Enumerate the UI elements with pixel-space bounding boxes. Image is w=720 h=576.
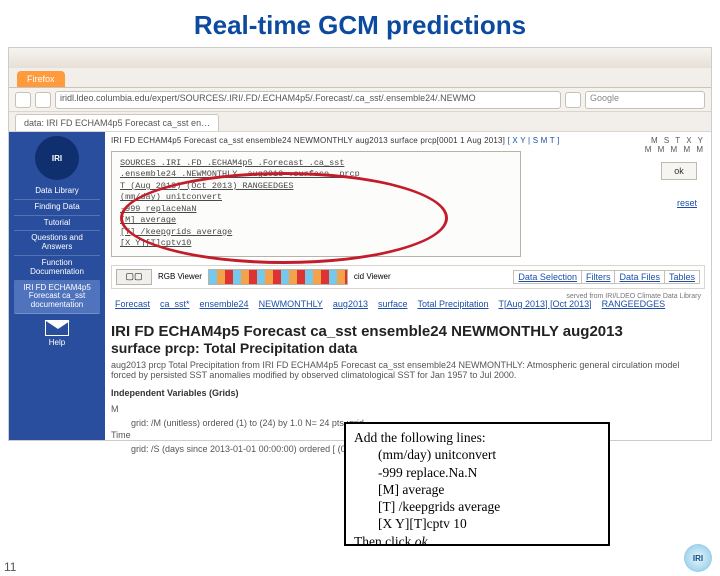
breadcrumb-main: IRI FD ECHAM4p5 Forecast ca_sst ensemble… [111, 136, 505, 145]
instr-l3: -999 replace.Na.N [354, 464, 600, 481]
code-line-6: [M] average [120, 215, 176, 225]
code-line-8: [X Y][T]cptv10 [120, 238, 191, 248]
ok-button[interactable]: ok [661, 162, 697, 180]
code-line-4: (mm/day) unitconvert [120, 192, 222, 202]
viewer-toggle-left[interactable]: ▢▢ [116, 269, 152, 285]
browser-window: Firefox iridl.ldeo.columbia.edu/expert/S… [8, 47, 712, 441]
data-tabs: Data Selection Filters Data Files Tables [513, 270, 700, 284]
instr-l6: [X Y][T]cptv 10 [354, 515, 600, 532]
code-line-2: .ensemble24 .NEWMONTHLY .aug2013 .surfac… [120, 169, 360, 179]
bc-casst[interactable]: ca_sst* [160, 299, 190, 309]
sidebar-item-qa[interactable]: Questions and Answers [14, 231, 100, 256]
sidebar-item-data-library[interactable]: Data Library [14, 184, 100, 200]
reset-link[interactable]: reset [677, 198, 697, 208]
dataset-heading-2: surface prcp: Total Precipitation data [111, 340, 705, 356]
slide-title: Real-time GCM predictions [0, 0, 720, 47]
dataset-desc: aug2013 prcp Total Precipitation from IR… [111, 360, 705, 380]
tab-data-files[interactable]: Data Files [614, 271, 664, 283]
tab-data-selection[interactable]: Data Selection [514, 271, 581, 283]
tab-filters[interactable]: Filters [581, 271, 615, 283]
sidebar-item-help[interactable]: Help [14, 336, 100, 351]
bc-rangeedges[interactable]: RANGEEDGES [602, 299, 666, 309]
served-from: served from IRI/LDEO Climate Data Librar… [566, 293, 701, 300]
bc-newmonthly[interactable]: NEWMONTHLY [259, 299, 323, 309]
url-input[interactable]: iridl.ldeo.columbia.edu/expert/SOURCES/.… [55, 91, 561, 109]
document-tab[interactable]: data: IRI FD ECHAM4p5 Forecast ca_sst en… [15, 114, 219, 131]
bc-trange[interactable]: T[Aug 2013] [Oct 2013] [499, 299, 592, 309]
expert-textarea[interactable]: SOURCES .IRI .FD .ECHAM4p5 .Forecast .ca… [111, 151, 521, 257]
code-line-1: SOURCES .IRI .FD .ECHAM4p5 .Forecast .ca… [120, 158, 344, 168]
indep-var-label: Independent Variables (Grids) [111, 388, 705, 398]
firefox-tabbar: Firefox [9, 68, 711, 88]
rgb-viewer-label: RGB Viewer [158, 272, 202, 281]
window-titlebar [9, 48, 711, 68]
instr-l5: [T] /keepgrids average [354, 498, 600, 515]
instr-l2: (mm/day) unitconvert [354, 446, 600, 463]
forward-button[interactable] [35, 92, 51, 108]
main-content: IRI FD ECHAM4p5 Forecast ca_sst ensemble… [105, 132, 711, 440]
breadcrumb-top: IRI FD ECHAM4p5 Forecast ca_sst ensemble… [111, 136, 705, 145]
breadcrumb-xy[interactable]: [ X Y | S M T ] [508, 136, 560, 145]
firefox-tab-active[interactable]: Firefox [17, 71, 65, 87]
bc-forecast[interactable]: Forecast [115, 299, 150, 309]
sidebar-item-finding-data[interactable]: Finding Data [14, 200, 100, 216]
iri-logo: IRI [35, 136, 79, 180]
breadcrumb-grid-letters: M S T X Y M M M M M [645, 136, 705, 154]
code-line-3: T (Aug 2013) (Oct 2013) RANGEEDGES [120, 181, 293, 191]
instruction-callout: Add the following lines: (mm/day) unitco… [344, 422, 610, 546]
bc-ens[interactable]: ensemble24 [200, 299, 249, 309]
bc-surface[interactable]: surface [378, 299, 408, 309]
url-toolbar: iridl.ldeo.columbia.edu/expert/SOURCES/.… [9, 88, 711, 112]
page-body: IRI Data Library Finding Data Tutorial Q… [9, 132, 711, 440]
sidebar-item-tutorial[interactable]: Tutorial [14, 216, 100, 232]
instr-l7: Then click ok [354, 533, 600, 550]
slide-number: 11 [4, 560, 16, 574]
code-line-5: -999 replaceNaN [120, 204, 197, 214]
document-tabstrip: data: IRI FD ECHAM4p5 Forecast ca_sst en… [9, 112, 711, 132]
viewer-thumbnail[interactable] [208, 269, 348, 285]
bc-aug2013[interactable]: aug2013 [333, 299, 368, 309]
sidebar-item-dataset-doc[interactable]: IRI FD ECHAM4p5 Forecast ca_sst document… [14, 281, 100, 314]
reload-button[interactable] [565, 92, 581, 108]
viewer-bar: ▢▢ RGB Viewer cid Viewer Data Selection … [111, 265, 705, 289]
sidebar-item-function-doc[interactable]: Function Documentation [14, 256, 100, 281]
code-line-7: [T] /keepgrids average [120, 227, 232, 237]
sidebar: IRI Data Library Finding Data Tutorial Q… [9, 132, 105, 440]
search-input[interactable]: Google [585, 91, 705, 109]
cid-viewer-label: cid Viewer [354, 272, 391, 281]
breadcrumb-bottom: Forecast ca_sst* ensemble24 NEWMONTHLY a… [111, 295, 705, 313]
back-button[interactable] [15, 92, 31, 108]
iri-corner-logo: IRI [684, 544, 712, 572]
dataset-heading-1: IRI FD ECHAM4p5 Forecast ca_sst ensemble… [111, 323, 705, 340]
instr-l1: Add the following lines: [354, 429, 600, 446]
tab-tables[interactable]: Tables [664, 271, 699, 283]
mail-icon[interactable] [45, 320, 69, 336]
bc-total-precip[interactable]: Total Precipitation [417, 299, 488, 309]
instr-l4: [M] average [354, 481, 600, 498]
